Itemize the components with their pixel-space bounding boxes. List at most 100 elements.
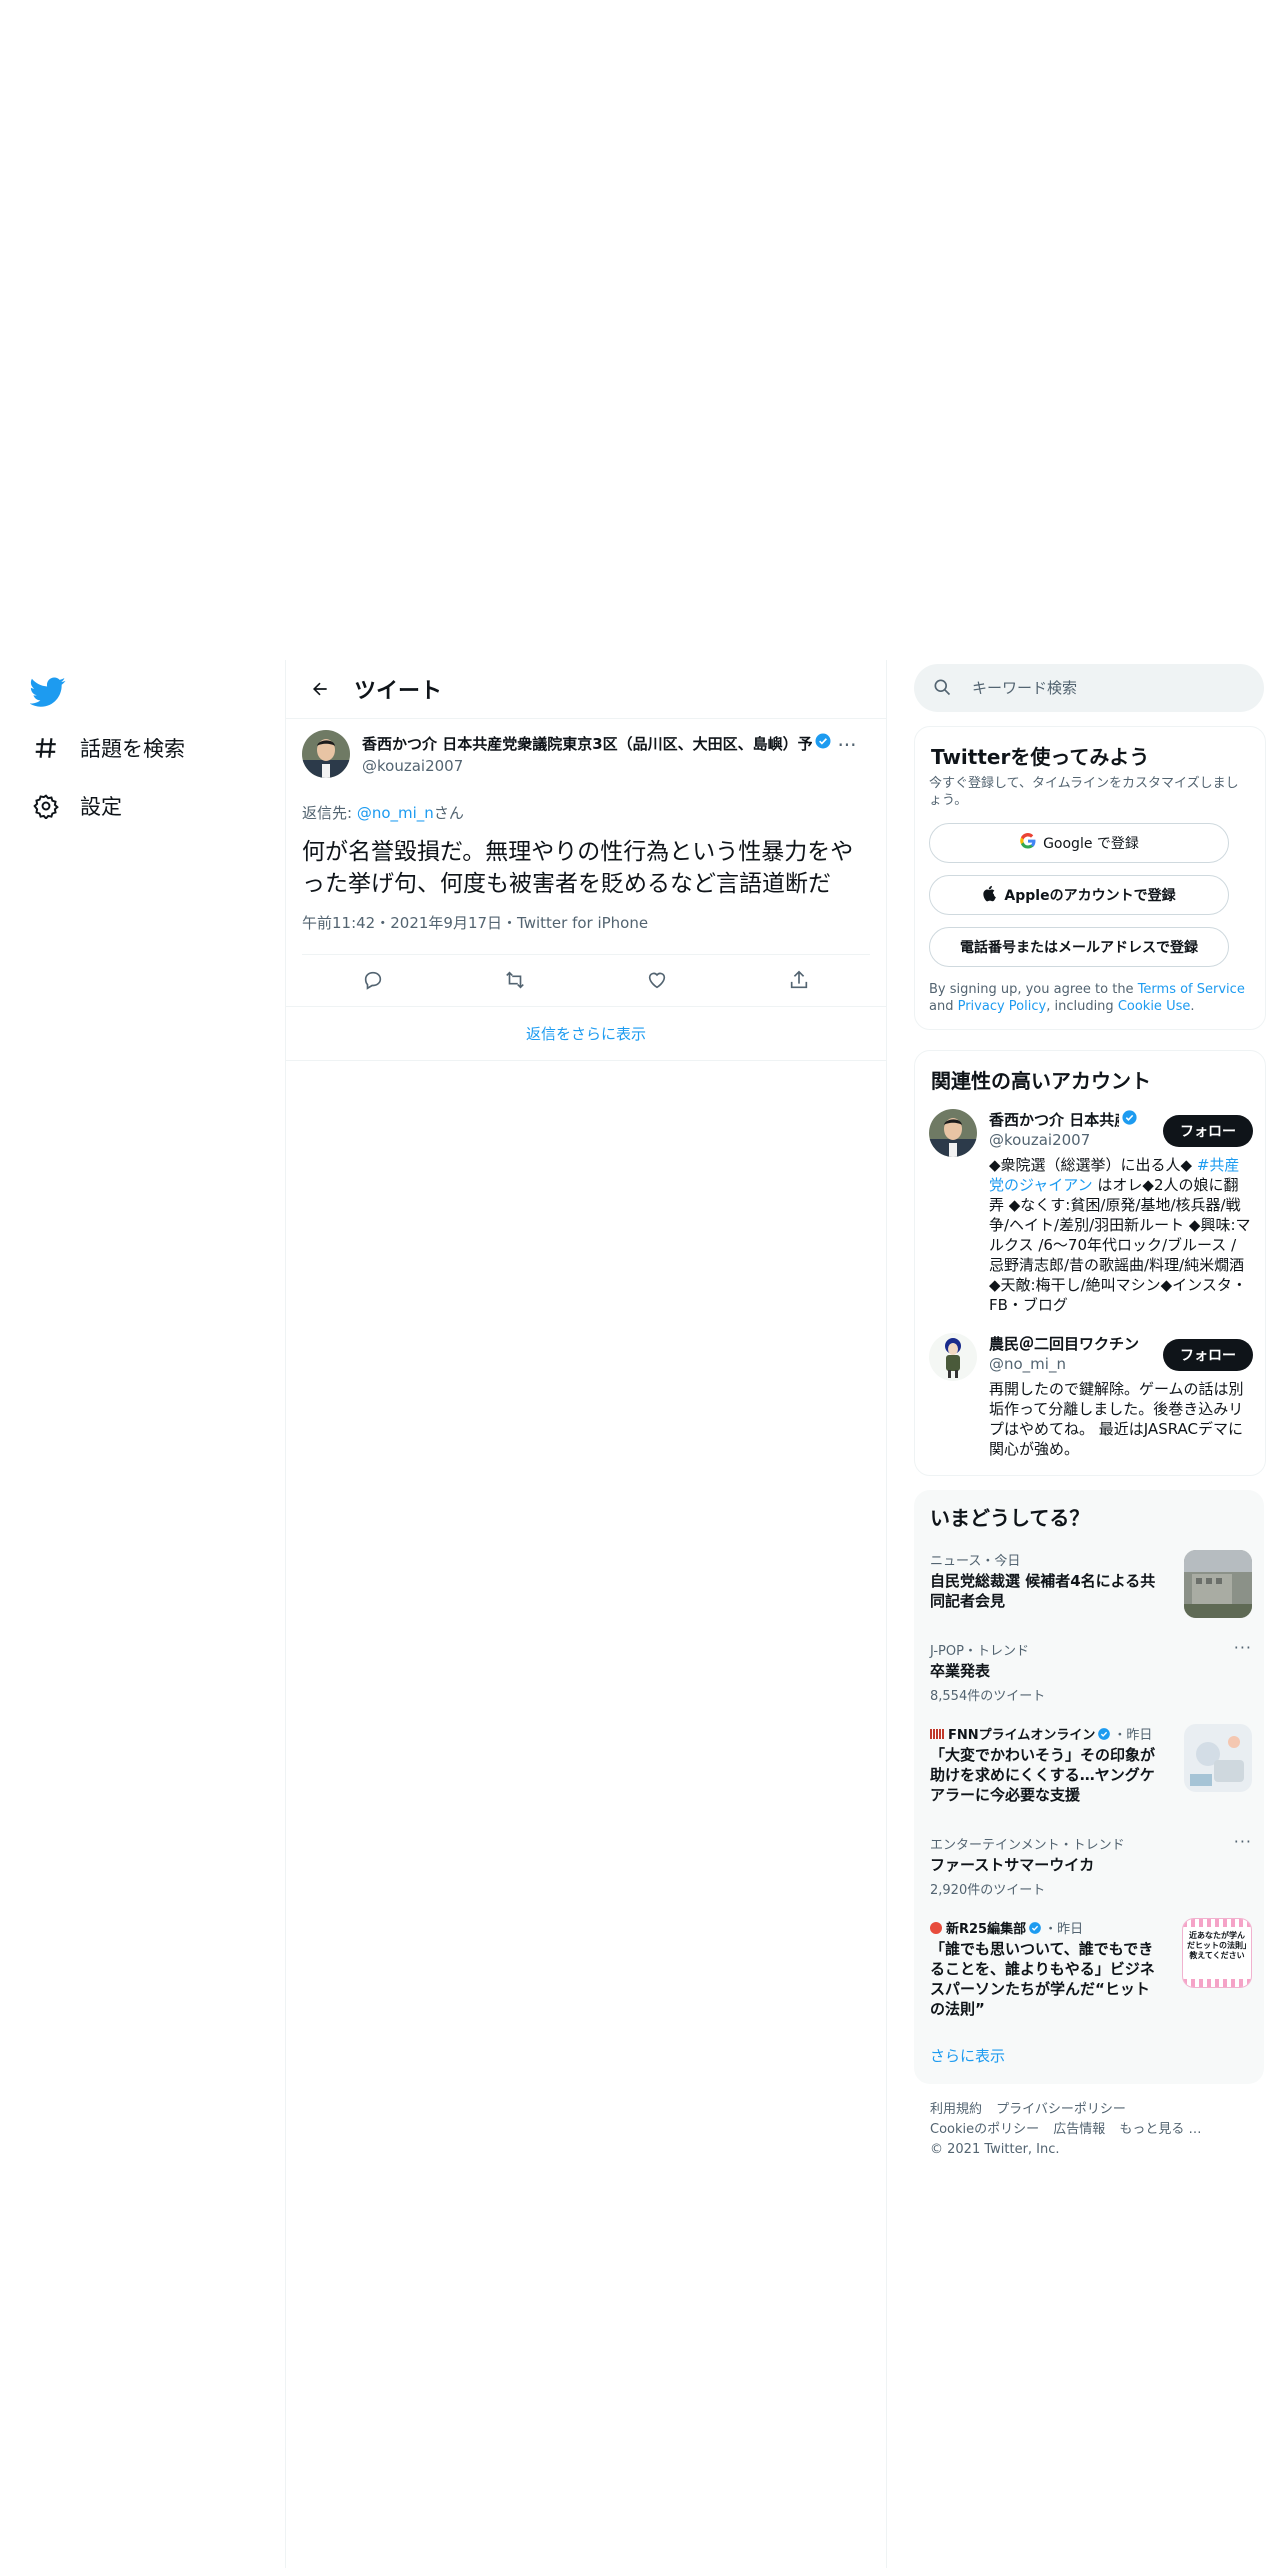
divider xyxy=(286,718,886,719)
account-item[interactable]: 農民＠二回目ワクチン済 @no_mi_n フォロー 再開したので鍵解除。ゲームの… xyxy=(929,1333,1253,1463)
trend-more-button[interactable]: ··· xyxy=(1234,1638,1252,1657)
bio-text: はオレ◆2人の娘に翻弄 ◆なくす:貧困/原発/基地/核兵器/戦争/ヘイト/差別/… xyxy=(989,1176,1251,1314)
search-icon xyxy=(932,677,954,699)
tweet-actions xyxy=(302,956,870,1004)
signup-subtitle: 今すぐ登録して、タイムラインをカスタマイズしましょう。 xyxy=(929,776,1239,808)
bio-text: ◆衆院選（総選挙）に出る人◆ xyxy=(989,1156,1197,1174)
twitter-bird-icon[interactable] xyxy=(29,674,70,714)
reply-suffix: さん xyxy=(433,804,464,822)
cookie-policy-link[interactable]: Cookieのポリシー xyxy=(930,2122,1039,2137)
account-handle: @kouzai2007 xyxy=(989,1131,1091,1149)
retweet-button[interactable] xyxy=(495,960,535,1000)
trend-tweet-count: 2,920件のツイート xyxy=(930,1883,1046,1898)
trend-more-button[interactable]: ··· xyxy=(1234,1832,1252,1851)
reply-button[interactable] xyxy=(353,960,393,1000)
phone-email-signup-button[interactable]: 電話番号またはメールアドレスで登録 xyxy=(929,927,1229,967)
signup-card: Twitterを使ってみよう 今すぐ登録して、タイムラインをカスタマイズしましょ… xyxy=(914,726,1266,1030)
trend-thumbnail xyxy=(1184,1550,1252,1618)
trend-title: 「誰でも思いついて、誰でもできることを、誰よりもやる」ビジネスパーソンたちが学ん… xyxy=(930,1940,1155,2018)
author-block[interactable]: 香西かつ介 日本共産党衆議院東京3区（品川区、大田区、島嶼）予 @kouzai2… xyxy=(362,732,832,775)
account-bio: ◆衆院選（総選挙）に出る人◆ #共産党のジャイアン はオレ◆2人の娘に翻弄 ◆な… xyxy=(989,1155,1253,1315)
apple-signup-button[interactable]: Appleのアカウントで登録 xyxy=(929,875,1229,915)
google-signup-button[interactable]: Google で登録 xyxy=(929,823,1229,863)
search-bar[interactable] xyxy=(914,664,1264,712)
trends-title: いまどうしてる？ xyxy=(930,1506,1090,1530)
nav-item-settings[interactable]: 設定 xyxy=(30,786,122,826)
trend-thumbnail xyxy=(1184,1724,1252,1792)
more-dots-icon: ··· xyxy=(1233,1832,1252,1851)
ads-info-link[interactable]: 広告情報 xyxy=(1053,2122,1105,2137)
related-accounts-title: 関連性の高いアカウント xyxy=(931,1069,1151,1093)
follow-button[interactable]: フォロー xyxy=(1163,1115,1253,1147)
privacy-link[interactable]: プライバシーポリシー xyxy=(996,2102,1126,2117)
r25-logo-icon xyxy=(930,1921,942,1934)
main-column: ツイート 香西かつ介 日本共産党衆議院東京3区（品川区、大田区、島嶼）予 @ko… xyxy=(285,660,887,2568)
google-icon xyxy=(1019,832,1037,854)
more-link[interactable]: もっと見る … xyxy=(1119,2122,1201,2137)
gear-icon xyxy=(30,790,62,822)
signup-title: Twitterを使ってみよう xyxy=(931,745,1150,769)
account-name[interactable]: 香西かつ介 日本共産 xyxy=(989,1109,1139,1130)
legal-prefix: By signing up, you agree to the xyxy=(929,982,1138,997)
show-more-trends-link[interactable]: さらに表示 xyxy=(930,2045,1005,2066)
share-icon xyxy=(790,970,808,989)
footer-row: 利用規約 プライバシーポリシー xyxy=(930,2100,1250,2120)
trend-source: 新R25編集部 xyxy=(946,1922,1027,1937)
footer-row: Cookieのポリシー 広告情報 もっと見る … xyxy=(930,2120,1250,2140)
hashtag-icon xyxy=(30,732,62,764)
thumbnail-caption: 近あなたが学んだヒットの法則」教えてください xyxy=(1187,1931,1247,1960)
reply-to-link[interactable]: @no_mi_n xyxy=(357,804,434,822)
trend-thumbnail: 近あなたが学んだヒットの法則」教えてください xyxy=(1182,1918,1252,1988)
more-options-button[interactable]: ··· xyxy=(832,730,862,760)
trend-item[interactable]: J-POP・トレンド 卒業発表 8,554件のツイート ··· xyxy=(930,1638,1252,1704)
trend-context: エンターテインメント・トレンド xyxy=(930,1838,1125,1853)
tweet-meta[interactable]: 午前11:42・2021年9月17日・Twitter for iPhone xyxy=(302,912,648,933)
tweet-text: 何が名誉毀損だ。無理やりの性行為という性暴力をやった挙げ句、何度も被害者を貶める… xyxy=(302,839,854,897)
account-handle: @no_mi_n xyxy=(989,1355,1066,1373)
arrow-left-icon xyxy=(313,682,327,696)
avatar[interactable] xyxy=(929,1109,977,1157)
privacy-policy-link[interactable]: Privacy Policy xyxy=(958,999,1047,1014)
trend-item[interactable]: 新R25編集部 ・昨日 「誰でも思いついて、誰でもできることを、誰よりもやる」ビ… xyxy=(930,1918,1252,2028)
account-name-text: 香西かつ介 日本共産 xyxy=(989,1111,1119,1129)
nav-item-explore[interactable]: 話題を検索 xyxy=(30,728,185,768)
trend-item[interactable]: FNNプライムオンライン ・昨日 「大変でかわいそう」その印象が助けを求めにくく… xyxy=(930,1724,1252,1818)
trends-card: いまどうしてる？ ニュース・今日 自民党総裁選 候補者4名による共同記者会見 J… xyxy=(914,1490,1264,2084)
trend-time: ・昨日 xyxy=(1113,1728,1153,1743)
trend-title: ファーストサマーウイカ xyxy=(930,1856,1095,1874)
nav-label-settings: 設定 xyxy=(80,795,122,819)
share-button[interactable] xyxy=(779,960,819,1000)
avatar[interactable] xyxy=(929,1333,977,1381)
more-dots-icon: ··· xyxy=(837,733,857,757)
account-item[interactable]: 香西かつ介 日本共産 @kouzai2007 フォロー ◆衆院選（総選挙）に出る… xyxy=(929,1109,1253,1319)
trend-context: J-POP・トレンド xyxy=(930,1644,1029,1659)
reply-prefix: 返信先: xyxy=(302,804,357,822)
author-name[interactable]: 香西かつ介 日本共産党衆議院東京3区（品川区、大田区、島嶼）予 xyxy=(362,732,832,754)
trend-item[interactable]: ニュース・今日 自民党総裁選 候補者4名による共同記者会見 xyxy=(930,1550,1252,1622)
follow-button[interactable]: フォロー xyxy=(1163,1339,1253,1371)
back-button[interactable] xyxy=(300,669,340,709)
copyright: © 2021 Twitter, Inc. xyxy=(930,2142,1060,2157)
search-input[interactable] xyxy=(970,678,1244,698)
trend-title: 「大変でかわいそう」その印象が助けを求めにくくする…ヤングケアラーに今必要な支援 xyxy=(930,1746,1156,1804)
account-name[interactable]: 農民＠二回目ワクチン済 xyxy=(989,1333,1139,1354)
trend-item[interactable]: エンターテインメント・トレンド ファーストサマーウイカ 2,920件のツイート … xyxy=(930,1832,1252,1898)
trend-title: 自民党総裁選 候補者4名による共同記者会見 xyxy=(930,1572,1156,1610)
show-more-replies-button[interactable]: 返信をさらに表示 xyxy=(286,1007,886,1059)
verified-badge-icon xyxy=(814,732,832,754)
terms-of-service-link[interactable]: Terms of Service xyxy=(1138,982,1245,997)
author-name-text: 香西かつ介 日本共産党衆議院東京3区（品川区、大田区、島嶼）予 xyxy=(362,734,812,753)
avatar[interactable] xyxy=(302,730,350,778)
divider xyxy=(286,1060,886,1061)
apple-icon xyxy=(982,884,998,906)
like-button[interactable] xyxy=(637,960,677,1000)
google-signup-label: Google で登録 xyxy=(1043,836,1139,852)
phone-email-signup-label: 電話番号またはメールアドレスで登録 xyxy=(960,940,1198,956)
column-header: ツイート xyxy=(286,660,886,718)
account-bio: 再開したので鍵解除。ゲームの話は別垢作って分離しました。後巻き込みリプはやめてね… xyxy=(989,1380,1244,1458)
terms-link[interactable]: 利用規約 xyxy=(930,2102,982,2117)
cookie-use-link[interactable]: Cookie Use xyxy=(1118,999,1191,1014)
trend-source: FNNプライムオンライン xyxy=(948,1728,1096,1743)
signup-legal-text: By signing up, you agree to the Terms of… xyxy=(929,981,1253,1015)
nav-label-explore: 話題を検索 xyxy=(80,737,185,761)
